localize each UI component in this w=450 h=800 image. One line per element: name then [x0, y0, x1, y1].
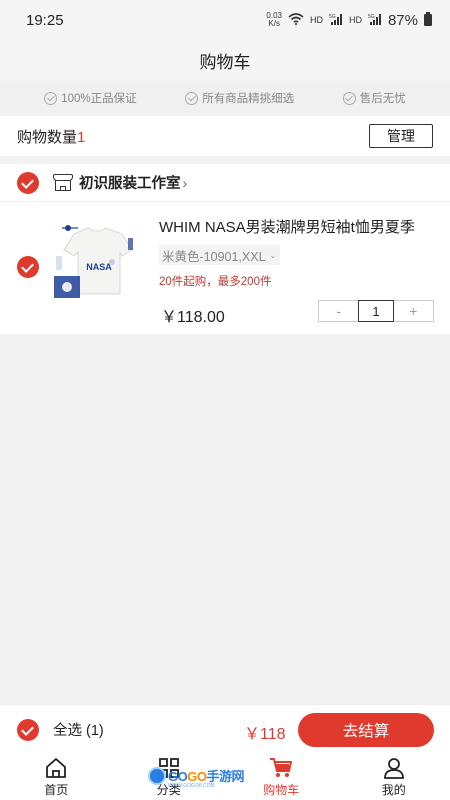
- product-title[interactable]: WHIM NASA男装潮牌男短袖t恤男夏季: [159, 216, 429, 237]
- guarantee-label: 售后无忧: [359, 93, 406, 105]
- user-icon: [382, 757, 406, 779]
- tab-label: 购物车: [263, 782, 300, 797]
- cart-count-bar: 购物数量1 管理: [0, 116, 450, 156]
- svg-text:5G: 5G: [329, 14, 336, 20]
- tab-label: 首页: [44, 782, 69, 797]
- decrease-button[interactable]: -: [319, 301, 358, 321]
- page-title: 购物车: [0, 40, 450, 80]
- cart-icon: [269, 757, 293, 779]
- product-price: ￥118.00: [161, 309, 225, 326]
- signal-icon-2: 5G: [368, 13, 382, 27]
- cart-count-value: 1: [77, 128, 86, 146]
- shop-card: 初识服装工作室 › NASA WHIM NASA男装潮牌男短袖t恤男夏季 米黄色…: [0, 164, 450, 334]
- signal-hd-1: HD: [309, 15, 323, 25]
- check-circle-icon: [185, 91, 199, 105]
- chevron-down-icon: ⌄: [269, 250, 277, 260]
- chevron-right-icon: ›: [182, 174, 188, 191]
- manage-button[interactable]: 管理: [369, 124, 433, 148]
- cart-item: NASA WHIM NASA男装潮牌男短袖t恤男夏季 米黄色-10901,XXL…: [0, 202, 450, 334]
- guarantee-item: 100%正品保证: [44, 90, 137, 106]
- quantity-input[interactable]: 1: [358, 300, 394, 322]
- tab-label: 我的: [381, 782, 406, 797]
- home-icon: [44, 757, 68, 779]
- check-circle-icon: [44, 91, 58, 105]
- battery-level: 87%: [387, 11, 418, 29]
- watermark-logo: GOGO手游网 WWW.GOGO8.COM: [148, 766, 244, 789]
- checkout-bar: 全选 (1) ￥118 去结算: [0, 704, 450, 754]
- guarantee-label: 所有商品精挑细选: [202, 93, 295, 105]
- cart-count: 购物数量1: [17, 126, 85, 147]
- net-speed: 0.03 K/s: [266, 11, 282, 28]
- shop-select-checkbox[interactable]: [17, 171, 39, 194]
- select-all-label[interactable]: 全选 (1): [53, 719, 104, 740]
- select-all-checkbox[interactable]: [17, 718, 39, 741]
- signal-icon: 5G: [329, 13, 343, 27]
- cart-count-label: 购物数量: [17, 128, 78, 146]
- guarantee-item: 所有商品精挑细选: [185, 90, 294, 106]
- total-price: ￥118: [244, 726, 286, 743]
- svg-text:NASA: NASA: [86, 262, 112, 272]
- check-circle-icon: [342, 91, 356, 105]
- product-image[interactable]: NASA: [52, 216, 142, 306]
- guarantee-label: 100%正品保证: [61, 93, 137, 105]
- watermark-badge-icon: [148, 766, 166, 785]
- status-time: 19:25: [26, 11, 64, 29]
- guarantee-item: 售后无忧: [342, 90, 406, 106]
- signal-hd-2: HD: [348, 15, 362, 25]
- sku-select[interactable]: 米黄色-10901,XXL ⌄: [159, 245, 281, 265]
- wifi-icon: [288, 12, 304, 28]
- status-icons: 0.03 K/s HD 5G HD 5G 87%: [266, 12, 432, 29]
- shop-header[interactable]: 初识服装工作室 ›: [0, 164, 450, 202]
- item-select-checkbox[interactable]: [17, 256, 39, 278]
- tab-profile[interactable]: 我的: [338, 754, 450, 800]
- watermark-sub: WWW.GOGO8.COM: [168, 783, 215, 789]
- store-icon: [53, 173, 73, 192]
- checkout-button[interactable]: 去结算: [298, 713, 434, 747]
- quantity-stepper: - 1 +: [318, 300, 434, 322]
- status-bar: 19:25 0.03 K/s HD 5G HD 5G 87%: [0, 0, 450, 40]
- guarantee-bar: 100%正品保证 所有商品精挑细选 售后无忧: [0, 84, 450, 112]
- svg-text:5G: 5G: [368, 14, 375, 20]
- battery-icon: [424, 12, 432, 26]
- shop-name[interactable]: 初识服装工作室: [79, 172, 181, 193]
- purchase-limit: 20件起购，最多200件: [159, 276, 272, 288]
- sku-value: 米黄色-10901,XXL: [162, 249, 266, 264]
- increase-button[interactable]: +: [394, 301, 433, 321]
- tab-home[interactable]: 首页: [0, 754, 113, 800]
